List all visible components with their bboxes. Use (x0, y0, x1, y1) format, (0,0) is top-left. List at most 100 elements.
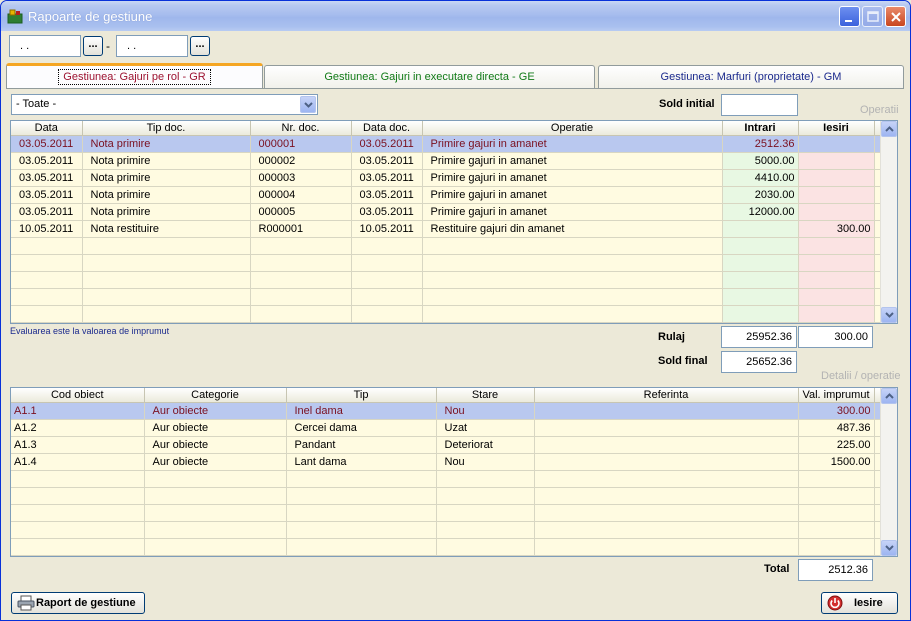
column-header[interactable]: Categorie (144, 388, 287, 403)
close-icon (891, 12, 901, 22)
table-cell: 000003 (250, 169, 352, 187)
table-row[interactable] (11, 237, 884, 255)
table-cell: 03.05.2011 (351, 186, 423, 204)
table-row[interactable] (11, 487, 884, 505)
table-row[interactable]: 03.05.2011 Nota primire 000003 03.05.2011 Pr… (11, 169, 884, 187)
table-row[interactable]: A1.1 Aur obiecte Inel dama Nou 300.00 (11, 402, 884, 420)
table-cell: 03.05.2011 (11, 203, 83, 221)
exit-button-label: Iesire (854, 597, 883, 609)
filter-select[interactable]: - Toate - (11, 94, 318, 115)
tab-gajuri-pe-rol[interactable]: Gestiunea: Gajuri pe rol - GR (6, 63, 263, 89)
table-row[interactable]: 10.05.2011 Nota restituire R000001 10.05.20… (11, 220, 884, 238)
table-cell: Primire gajuri in amanet (422, 186, 723, 204)
column-header[interactable]: Nr. doc. (250, 121, 352, 136)
table-row[interactable] (11, 254, 884, 272)
table-cell: Aur obiecte (144, 419, 287, 437)
window-title: Rapoarte de gestiune (28, 9, 153, 24)
table-cell (11, 271, 83, 289)
column-header[interactable]: Stare (436, 388, 535, 403)
table-row[interactable] (11, 521, 884, 539)
table-row[interactable] (11, 305, 884, 323)
column-header[interactable]: Val. imprumut (798, 388, 875, 403)
column-header[interactable]: Intrari (722, 121, 799, 136)
table-row[interactable] (11, 271, 884, 289)
column-header[interactable]: Iesiri (798, 121, 875, 136)
table-cell: 1500.00 (798, 453, 875, 471)
rulaj-intrari-field: 25952.36 (721, 326, 797, 348)
column-header[interactable]: Tip doc. (82, 121, 251, 136)
table-cell: A1.3 (11, 436, 145, 454)
table-cell (798, 254, 875, 272)
operations-scrollbar[interactable] (880, 121, 897, 323)
table-row[interactable]: 03.05.2011 Nota primire 000001 03.05.2011 Pr… (11, 135, 884, 153)
table-row[interactable] (11, 470, 884, 488)
filter-dropdown-button[interactable] (300, 96, 316, 113)
operations-grid: Data Tip doc. Nr. doc. Data doc. Operatie Int… (10, 120, 898, 324)
table-cell (82, 237, 251, 255)
table-row[interactable] (11, 288, 884, 306)
table-cell (798, 271, 875, 289)
printer-icon (17, 595, 35, 611)
table-cell (422, 305, 723, 323)
table-cell: 4410.00 (722, 169, 799, 187)
table-cell: Nota restituire (82, 220, 251, 238)
scroll-up-button[interactable] (881, 388, 897, 404)
table-cell (798, 203, 875, 221)
tab-marfuri[interactable]: Gestiunea: Marfuri (proprietate) - GM (598, 65, 904, 89)
column-header[interactable]: Cod obiect (11, 388, 145, 403)
table-cell (798, 169, 875, 187)
column-header[interactable]: Operatie (422, 121, 723, 136)
table-row[interactable]: 03.05.2011 Nota primire 000004 03.05.2011 Pr… (11, 186, 884, 204)
table-cell: Nou (436, 453, 535, 471)
table-row[interactable]: A1.2 Aur obiecte Cercei dama Uzat 487.36 (11, 419, 884, 437)
sold-initial-field[interactable] (721, 94, 798, 116)
table-cell (250, 305, 352, 323)
table-cell: 000002 (250, 152, 352, 170)
table-row[interactable] (11, 538, 884, 556)
chevron-down-icon (885, 312, 894, 318)
column-header[interactable]: Tip (286, 388, 437, 403)
table-cell (11, 487, 145, 505)
table-row[interactable]: A1.4 Aur obiecte Lant dama Nou 1500.00 (11, 453, 884, 471)
details-scrollbar[interactable] (880, 388, 897, 556)
maximize-icon (867, 11, 879, 22)
column-header[interactable]: Data doc. (351, 121, 423, 136)
scroll-up-button[interactable] (881, 121, 897, 137)
table-cell (722, 237, 799, 255)
table-cell: Lant dama (286, 453, 437, 471)
tab-gajuri-executare[interactable]: Gestiunea: Gajuri in executare directa -… (264, 65, 595, 89)
column-header[interactable]: Referinta (534, 388, 799, 403)
title-bar[interactable]: Rapoarte de gestiune (1, 1, 910, 31)
date-from-input[interactable]: . . (9, 35, 81, 57)
table-cell (534, 402, 799, 420)
column-header[interactable]: Data (11, 121, 83, 136)
date-from-picker-button[interactable]: ... (83, 36, 103, 56)
table-cell: Uzat (436, 419, 535, 437)
table-cell (11, 538, 145, 556)
table-cell: 03.05.2011 (11, 169, 83, 187)
rulaj-label: Rulaj (658, 331, 685, 343)
table-row[interactable] (11, 504, 884, 522)
table-cell: R000001 (250, 220, 352, 238)
scroll-down-button[interactable] (881, 540, 897, 556)
minimize-button[interactable] (839, 6, 860, 27)
date-to-picker-button[interactable]: ... (190, 36, 210, 56)
table-row[interactable]: 03.05.2011 Nota primire 000005 03.05.2011 Pr… (11, 203, 884, 221)
report-button[interactable]: Raport de gestiune (11, 592, 145, 614)
close-button[interactable] (885, 6, 906, 27)
table-cell (722, 271, 799, 289)
table-cell: Nota primire (82, 203, 251, 221)
scroll-down-button[interactable] (881, 307, 897, 323)
table-cell (286, 504, 437, 522)
table-row[interactable]: 03.05.2011 Nota primire 000002 03.05.2011 Pr… (11, 152, 884, 170)
exit-button[interactable]: Iesire (821, 592, 898, 614)
table-cell (11, 504, 145, 522)
table-cell (144, 470, 287, 488)
table-cell (534, 538, 799, 556)
maximize-button[interactable] (862, 6, 883, 27)
date-to-input[interactable]: . . (116, 35, 188, 57)
table-row[interactable]: A1.3 Aur obiecte Pandant Deteriorat 225.00 (11, 436, 884, 454)
table-cell: 03.05.2011 (11, 186, 83, 204)
sold-final-label: Sold final (658, 355, 708, 367)
table-cell (286, 538, 437, 556)
